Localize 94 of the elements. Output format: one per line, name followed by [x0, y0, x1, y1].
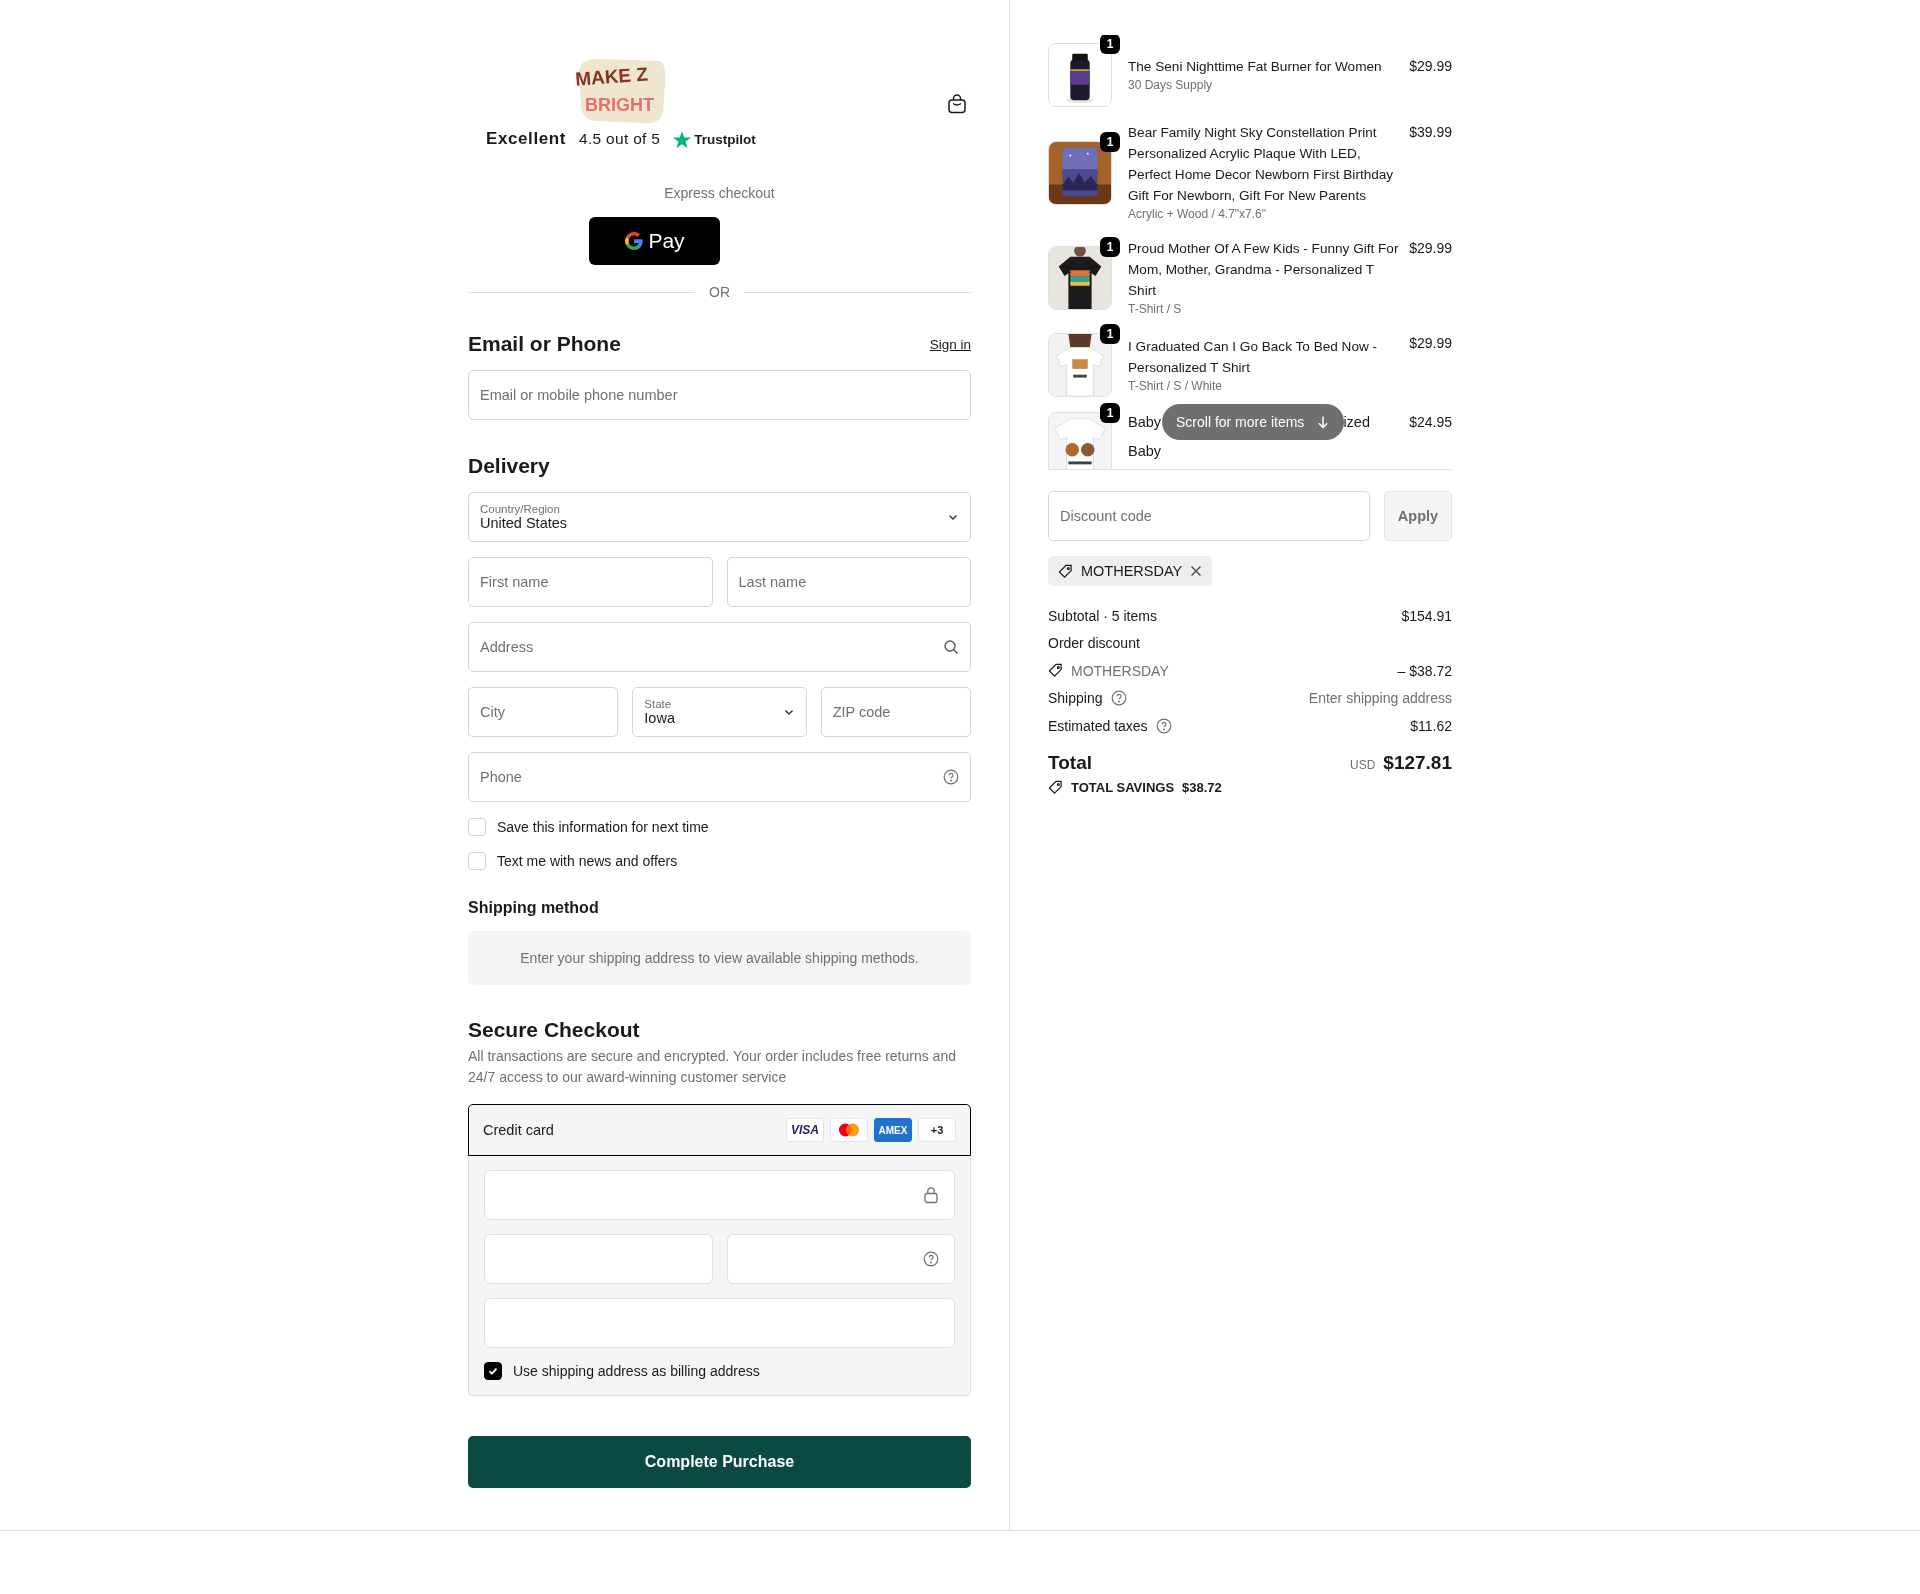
checkmark-icon: [487, 1365, 499, 1377]
help-icon[interactable]: [1110, 690, 1127, 707]
section-heading: Email or Phone: [468, 332, 621, 356]
close-icon[interactable]: [1190, 565, 1203, 577]
item-title: Proud Mother Of A Few Kids - Funny Gift For Mom, Mother, Grandma - Personalized T Shirt: [1128, 240, 1400, 300]
quantity-badge: 1: [1100, 324, 1120, 344]
total-amount: $127.81: [1383, 751, 1452, 774]
visa-badge: VISA: [786, 1118, 824, 1142]
field-value: Iowa: [644, 710, 675, 726]
help-icon[interactable]: [1155, 717, 1172, 734]
payment-method-label: Credit card: [483, 1122, 554, 1138]
tags-icon: [1048, 779, 1063, 795]
item-price: $29.99: [1409, 239, 1452, 258]
field-label: Country/Region: [480, 503, 561, 515]
summary-value: $11.62: [1410, 717, 1452, 734]
quantity-badge: 1: [1100, 131, 1120, 152]
help-icon[interactable]: [943, 769, 959, 785]
star-icon: [673, 130, 692, 148]
item-price: $29.99: [1409, 334, 1452, 353]
section-heading: Delivery: [468, 454, 550, 478]
item-title: I Graduated Can I Go Back To Bed Now - Personalized T Shirt: [1128, 337, 1379, 377]
rating-label: Excellent: [486, 129, 567, 149]
input-field[interactable]: Email or mobile phone number: [468, 370, 971, 420]
summary-label: Shipping: [1048, 690, 1103, 707]
google-pay-button[interactable]: Pay: [589, 217, 720, 265]
checkbox[interactable]: [484, 1362, 502, 1380]
total-label: Total: [1048, 751, 1092, 774]
complete-purchase-button[interactable]: Complete Purchase: [468, 1436, 971, 1488]
input-field[interactable]: Last name: [726, 557, 971, 607]
summary-value: – $38.72: [1397, 662, 1452, 679]
savings-amount: $38.72: [1182, 779, 1222, 795]
quantity-badge: 1: [1100, 403, 1120, 423]
summary-value: Enter shipping address: [1308, 690, 1452, 707]
discount-code-field[interactable]: Discount code: [1048, 491, 1370, 541]
currency-label: USD: [1349, 757, 1376, 772]
summary-value: $154.91: [1401, 607, 1452, 624]
shipping-methods-notice: Enter your shipping address to view available shipping methods.: [468, 931, 971, 985]
express-checkout-label: Express checkout: [663, 185, 776, 201]
item-title: The Seni Nighttime Fat Burner for Women: [1128, 58, 1383, 76]
card-input-field[interactable]: [484, 1234, 713, 1284]
item-variant: Acrylic + Wood / 4.7"x7.6": [1128, 206, 1268, 223]
card-input-field[interactable]: [484, 1298, 955, 1348]
summary-label: Estimated taxes: [1048, 717, 1148, 734]
summary-label: Order discount: [1048, 635, 1140, 652]
trustpilot-brand: Trustpilot: [694, 131, 756, 147]
field-label: State: [644, 698, 673, 710]
more-cards-badge: +3: [918, 1118, 956, 1142]
quantity-badge: 1: [1100, 237, 1120, 257]
item-title: Baby: [1128, 413, 1162, 432]
item-variant: T-Shirt / S / White: [1128, 377, 1224, 395]
sign-in-link[interactable]: Sign in: [929, 336, 971, 352]
shopping-bag-icon[interactable]: [947, 93, 967, 114]
checkbox-label: Use shipping address as billing address: [513, 1363, 760, 1379]
card-input-field[interactable]: [726, 1234, 955, 1284]
search-icon: [943, 639, 959, 655]
input-field[interactable]: First name: [468, 557, 713, 607]
scroll-hint-button[interactable]: Scroll for more items: [1162, 404, 1345, 440]
item-price: $29.99: [1409, 56, 1452, 76]
summary-label: Subtotal · 5 items: [1048, 607, 1157, 624]
tag-icon: [1058, 563, 1073, 579]
checkbox-label: Text me with news and offers: [497, 853, 678, 869]
checkbox-label: Save this information for next time: [497, 819, 709, 835]
item-variant: T-Shirt / S: [1128, 301, 1183, 318]
input-field[interactable]: Phone: [468, 752, 971, 802]
section-heading: Shipping method: [468, 899, 600, 917]
input-field[interactable]: Address: [468, 622, 971, 672]
savings-label: TOTAL SAVINGS: [1071, 779, 1175, 795]
field-value: United States: [480, 515, 568, 531]
amex-badge: AMEX: [874, 1118, 912, 1142]
quantity-badge: 1: [1100, 35, 1120, 54]
item-price: $39.99: [1409, 123, 1452, 142]
select-field[interactable]: State Iowa: [632, 687, 807, 737]
lock-icon: [923, 1186, 939, 1204]
credit-card-option[interactable]: Credit card VISA AMEX +3: [468, 1104, 971, 1156]
card-input-field[interactable]: [484, 1170, 955, 1220]
input-field[interactable]: City: [468, 687, 619, 737]
summary-label: MOTHERSDAY: [1071, 662, 1169, 679]
google-g-icon: [624, 231, 645, 251]
help-icon[interactable]: [923, 1251, 939, 1267]
section-heading: Secure Checkout: [468, 1018, 641, 1042]
security-description: All transactions are secure and encrypted. Your order includes free returns and 24/7 access to our award-winning customer service: [468, 1047, 957, 1087]
mastercard-icon: [830, 1118, 868, 1142]
tag-icon: [1048, 663, 1063, 679]
or-divider-label: OR: [709, 284, 730, 300]
item-title: ized: [1343, 413, 1370, 432]
item-title: Baby: [1128, 442, 1162, 461]
select-field[interactable]: Country/Region United States: [468, 492, 971, 542]
rating-score: 4.5 out of 5: [579, 130, 661, 148]
item-variant: 30 Days Supply: [1128, 77, 1214, 94]
apply-button[interactable]: Apply: [1384, 491, 1452, 541]
discount-code: MOTHERSDAY: [1081, 563, 1183, 579]
item-price: $24.95: [1409, 413, 1452, 432]
item-title: Bear Family Night Sky Constellation Print Personalized Acrylic Plaque With LED, Perfect Home Decor Newborn First Birthday Gift For Newborn, Gift For New Parents: [1128, 124, 1395, 205]
input-field[interactable]: ZIP code: [820, 687, 971, 737]
